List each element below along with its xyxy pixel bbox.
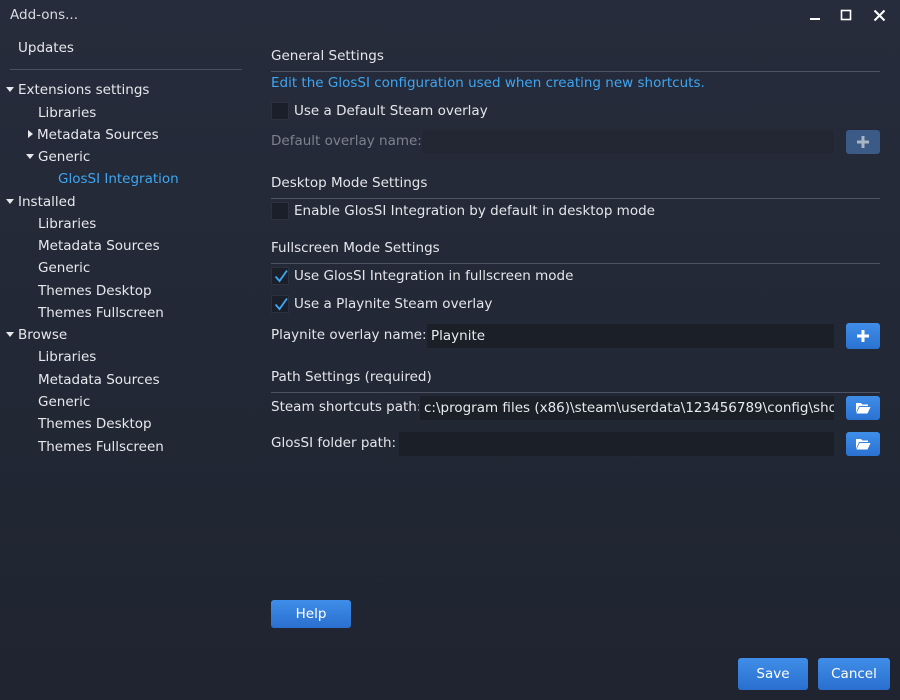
default-overlay-checkbox[interactable] bbox=[271, 102, 289, 120]
default-overlay-checkbox-label: Use a Default Steam overlay bbox=[294, 103, 488, 119]
shortcuts-path-row: Steam shortcuts path: c:\program files (… bbox=[271, 395, 880, 421]
sidebar-item-inst-libraries[interactable]: Libraries bbox=[38, 213, 96, 235]
sidebar-item-glossi-integration[interactable]: GlosSI Integration bbox=[58, 168, 179, 190]
playnite-overlay-checkbox-row[interactable]: Use a Playnite Steam overlay bbox=[271, 294, 492, 314]
desktop-enable-checkbox[interactable] bbox=[271, 202, 289, 220]
sidebar-item-label: Libraries bbox=[38, 349, 97, 365]
add-default-overlay-button[interactable] bbox=[846, 130, 880, 154]
plus-icon bbox=[857, 330, 869, 342]
sidebar-divider bbox=[10, 69, 242, 70]
fullscreen-integration-checkbox-row[interactable]: Use GlosSI Integration in fullscreen mod… bbox=[271, 266, 573, 286]
add-playnite-overlay-button[interactable] bbox=[846, 323, 880, 349]
sidebar-item-label: Extensions settings bbox=[18, 82, 150, 98]
window-title: Add-ons... bbox=[10, 7, 78, 23]
sidebar-item-inst-metadata[interactable]: Metadata Sources bbox=[38, 235, 160, 257]
default-overlay-row: Default overlay name: bbox=[271, 129, 880, 155]
close-icon bbox=[873, 9, 885, 21]
path-settings-heading: Path Settings (required) bbox=[271, 369, 880, 393]
checkmark-icon bbox=[274, 269, 288, 283]
chevron-down-icon bbox=[6, 86, 14, 92]
fullscreen-integration-label: Use GlosSI Integration in fullscreen mod… bbox=[294, 268, 574, 284]
close-button[interactable] bbox=[866, 3, 892, 27]
sidebar: Updates Extensions settings Libraries Me… bbox=[0, 30, 250, 470]
desktop-settings-heading: Desktop Mode Settings bbox=[271, 175, 880, 199]
sidebar-item-label: GlosSI Integration bbox=[58, 171, 179, 187]
help-button[interactable]: Help bbox=[271, 600, 351, 628]
sidebar-item-inst-themes-desktop[interactable]: Themes Desktop bbox=[38, 280, 152, 302]
sidebar-item-label: Generic bbox=[38, 260, 91, 276]
desktop-enable-checkbox-row[interactable]: Enable GlosSI Integration by default in … bbox=[271, 201, 655, 221]
sidebar-item-label: Metadata Sources bbox=[38, 372, 160, 388]
sidebar-item-br-generic[interactable]: Generic bbox=[38, 391, 90, 413]
general-settings-heading: General Settings bbox=[271, 48, 880, 72]
minimize-button[interactable] bbox=[802, 3, 828, 27]
cancel-button[interactable]: Cancel bbox=[818, 658, 890, 690]
maximize-button[interactable] bbox=[833, 3, 859, 27]
browse-shortcuts-button[interactable] bbox=[846, 396, 880, 420]
shortcuts-path-label: Steam shortcuts path: bbox=[271, 399, 422, 415]
sidebar-group-browse[interactable]: Browse bbox=[6, 324, 67, 346]
sidebar-item-ext-generic[interactable]: Generic bbox=[26, 146, 90, 168]
sidebar-item-ext-metadata[interactable]: Metadata Sources bbox=[26, 124, 159, 146]
sidebar-item-ext-libraries[interactable]: Libraries bbox=[38, 102, 96, 124]
playnite-overlay-row: Playnite overlay name: Playnite bbox=[271, 323, 880, 349]
settings-panel: General Settings Edit the GlosSI configu… bbox=[271, 30, 881, 670]
sidebar-item-label: Themes Fullscreen bbox=[38, 305, 164, 321]
glossi-path-input[interactable] bbox=[398, 431, 835, 457]
sidebar-item-br-themes-fullscreen[interactable]: Themes Fullscreen bbox=[38, 436, 164, 458]
sidebar-item-label: Libraries bbox=[38, 105, 97, 121]
playnite-overlay-label: Playnite overlay name: bbox=[271, 327, 427, 343]
folder-open-icon bbox=[856, 439, 871, 450]
sidebar-item-label: Libraries bbox=[38, 216, 97, 232]
chevron-down-icon bbox=[6, 331, 14, 337]
default-overlay-label: Default overlay name: bbox=[271, 133, 422, 149]
playnite-overlay-checkbox[interactable] bbox=[271, 295, 289, 313]
sidebar-item-label: Installed bbox=[18, 194, 76, 210]
sidebar-item-label: Browse bbox=[18, 327, 68, 343]
glossi-path-row: GlosSI folder path: bbox=[271, 431, 880, 457]
plus-icon bbox=[857, 136, 869, 148]
chevron-right-icon bbox=[28, 130, 33, 138]
glossi-path-label: GlosSI folder path: bbox=[271, 435, 397, 451]
sidebar-group-installed[interactable]: Installed bbox=[6, 191, 76, 213]
title-bar: Add-ons... bbox=[0, 0, 900, 30]
sidebar-item-label: Metadata Sources bbox=[37, 127, 159, 143]
default-overlay-checkbox-row[interactable]: Use a Default Steam overlay bbox=[271, 101, 488, 121]
maximize-icon bbox=[840, 9, 852, 21]
sidebar-item-label: Updates bbox=[18, 40, 74, 56]
save-button[interactable]: Save bbox=[738, 658, 808, 690]
sidebar-group-extensions-settings[interactable]: Extensions settings bbox=[6, 79, 149, 101]
minimize-icon bbox=[810, 18, 820, 20]
edit-config-link[interactable]: Edit the GlosSI configuration used when … bbox=[271, 75, 705, 91]
sidebar-item-inst-generic[interactable]: Generic bbox=[38, 257, 90, 279]
sidebar-item-br-libraries[interactable]: Libraries bbox=[38, 346, 96, 368]
fullscreen-settings-heading: Fullscreen Mode Settings bbox=[271, 240, 880, 264]
desktop-enable-label: Enable GlosSI Integration by default in … bbox=[294, 203, 655, 219]
playnite-overlay-checkbox-label: Use a Playnite Steam overlay bbox=[294, 296, 493, 312]
sidebar-item-label: Metadata Sources bbox=[38, 238, 160, 254]
sidebar-item-updates[interactable]: Updates bbox=[18, 37, 74, 59]
sidebar-item-inst-themes-fullscreen[interactable]: Themes Fullscreen bbox=[38, 302, 164, 324]
sidebar-item-label: Themes Fullscreen bbox=[38, 439, 164, 455]
chevron-down-icon bbox=[6, 198, 14, 204]
sidebar-item-label: Generic bbox=[38, 149, 91, 165]
default-overlay-input[interactable] bbox=[421, 129, 835, 155]
playnite-overlay-input[interactable]: Playnite bbox=[426, 323, 835, 349]
browse-glossi-button[interactable] bbox=[846, 432, 880, 456]
chevron-down-icon bbox=[26, 153, 34, 159]
sidebar-item-label: Themes Desktop bbox=[38, 283, 152, 299]
folder-open-icon bbox=[856, 403, 871, 414]
sidebar-item-br-themes-desktop[interactable]: Themes Desktop bbox=[38, 413, 152, 435]
fullscreen-integration-checkbox[interactable] bbox=[271, 267, 289, 285]
sidebar-item-br-metadata[interactable]: Metadata Sources bbox=[38, 369, 160, 391]
sidebar-item-label: Generic bbox=[38, 394, 91, 410]
checkmark-icon bbox=[274, 297, 288, 311]
shortcuts-path-input[interactable]: c:\program files (x86)\steam\userdata\12… bbox=[419, 395, 835, 421]
sidebar-item-label: Themes Desktop bbox=[38, 416, 152, 432]
